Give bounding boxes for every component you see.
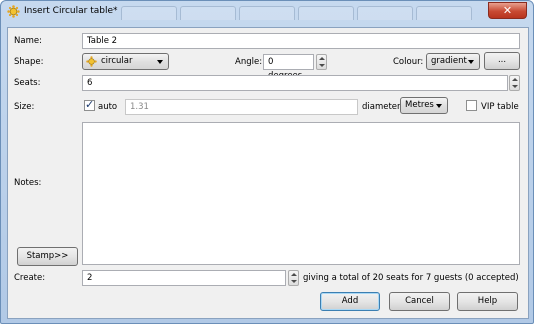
colour-select[interactable]: gradient (426, 53, 480, 70)
background-window-tabs (121, 6, 472, 20)
title-bar[interactable]: Insert Circular table* ✕ (1, 1, 533, 23)
notes-textarea[interactable] (82, 122, 520, 265)
close-button[interactable]: ✕ (488, 2, 527, 19)
shape-label: Shape: (14, 57, 44, 67)
chevron-down-icon (157, 60, 163, 64)
circular-shape-icon (86, 56, 97, 67)
angle-input[interactable]: 0 degrees (263, 54, 314, 81)
units-select[interactable]: Metres (400, 97, 448, 114)
dialog-window: Insert Circular table* ✕ Name: Table 2 S… (0, 0, 534, 324)
add-button[interactable]: Add (320, 292, 380, 311)
window-title: Insert Circular table* (24, 6, 118, 16)
create-spinner[interactable] (288, 270, 299, 286)
size-label: Size: (14, 102, 35, 112)
help-button[interactable]: Help (457, 292, 518, 311)
name-input[interactable]: Table 2 (82, 33, 520, 49)
shape-select[interactable]: circular (82, 53, 169, 70)
seats-spinner[interactable] (509, 75, 520, 91)
vip-label: VIP table (481, 102, 519, 112)
table-icon (7, 5, 20, 18)
angle-spinner[interactable] (316, 54, 327, 70)
diameter-label: diameter (362, 102, 401, 112)
auto-label: auto (98, 102, 118, 112)
colour-value: gradient (431, 56, 467, 66)
seats-label: Seats: (14, 78, 41, 88)
dialog-body: Name: Table 2 Shape: circular Angle: 0 d… (7, 27, 529, 319)
vip-checkbox[interactable] (466, 100, 477, 111)
colour-label: Colour: (393, 57, 424, 67)
units-value: Metres (405, 100, 434, 110)
colour-more-button[interactable]: ... (484, 52, 520, 70)
create-label: Create: (14, 273, 46, 283)
shape-value: circular (101, 56, 133, 66)
name-label: Name: (14, 36, 42, 46)
seats-input[interactable]: 6 (82, 75, 508, 91)
create-input[interactable]: 2 (82, 270, 286, 286)
angle-label: Angle: (235, 57, 263, 67)
size-input[interactable]: 1.31 (125, 99, 358, 115)
stamp-button[interactable]: Stamp>> (17, 247, 78, 266)
auto-checkbox[interactable] (84, 98, 95, 111)
seat-summary: giving a total of 20 seats for 7 guests … (303, 273, 519, 283)
notes-label: Notes: (14, 178, 42, 188)
chevron-down-icon (468, 60, 474, 64)
cancel-button[interactable]: Cancel (389, 292, 450, 311)
chevron-down-icon (436, 104, 442, 108)
